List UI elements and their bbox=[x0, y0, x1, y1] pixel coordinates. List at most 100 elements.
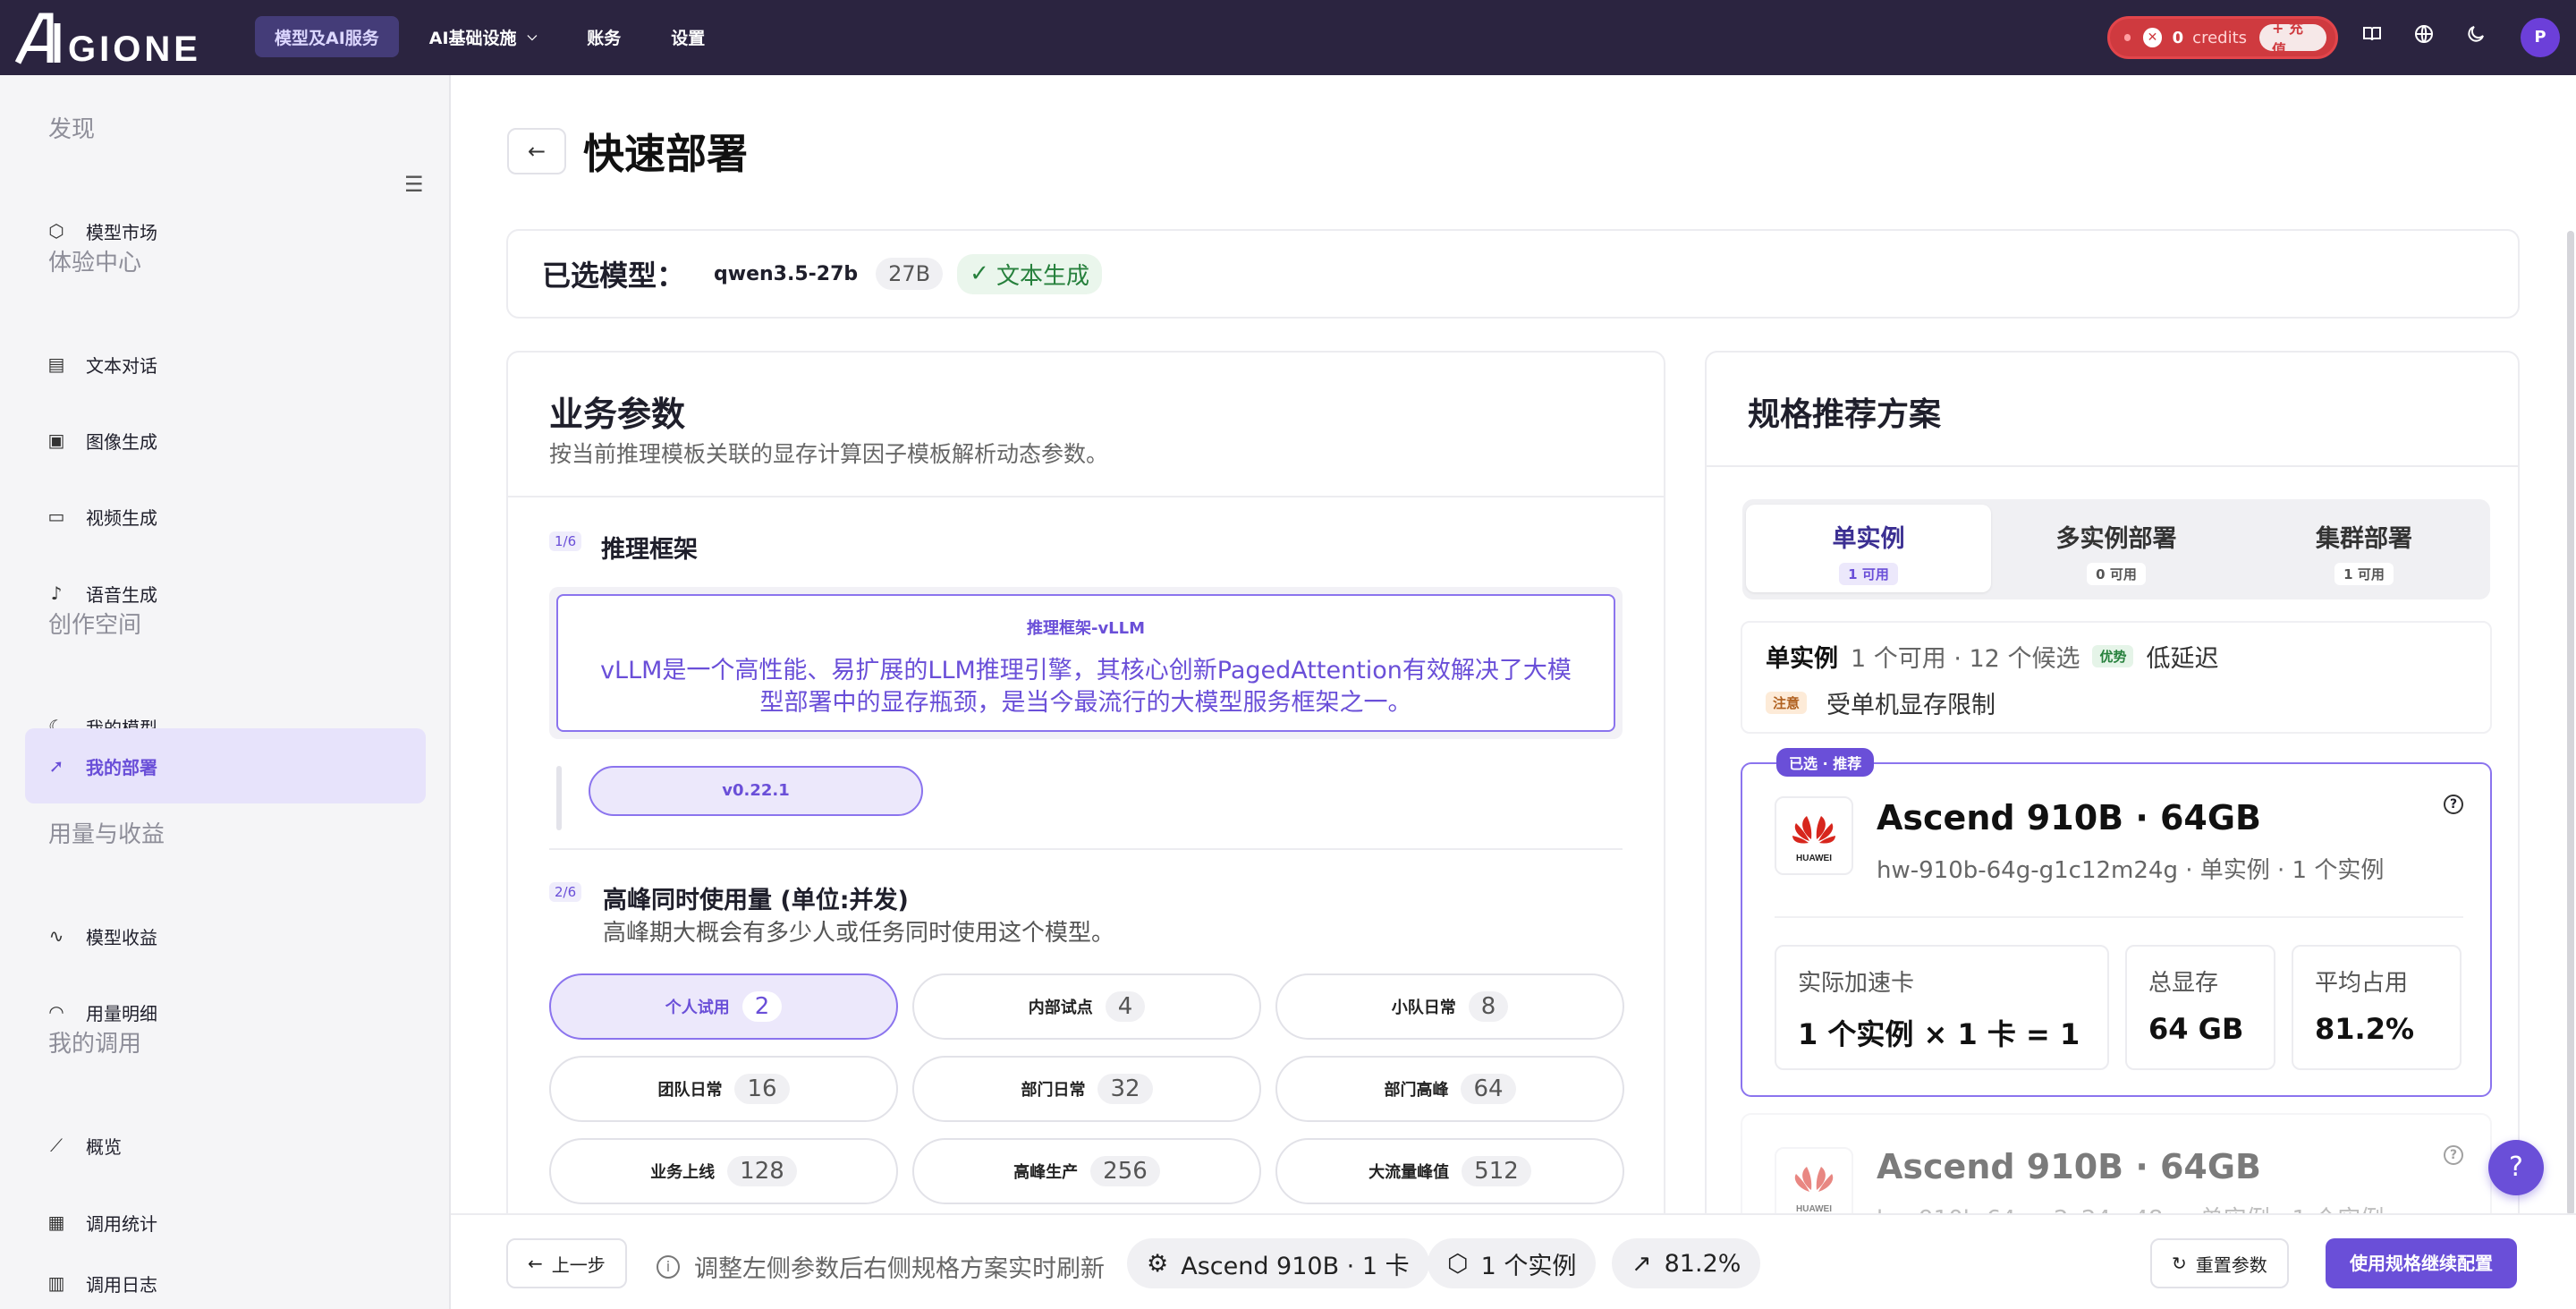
trend-up-icon: ↗ bbox=[1631, 1249, 1652, 1278]
mode-info: 单实例 1 个可用 · 12 个候选 优势 低延迟 注意 受单机显存限制 bbox=[1741, 621, 2492, 734]
avatar[interactable]: P bbox=[2521, 18, 2560, 57]
concurrency-option[interactable]: 高峰生产 256 bbox=[912, 1138, 1261, 1204]
info-icon: i bbox=[657, 1254, 680, 1279]
concurrency-option[interactable]: 业务上线 128 bbox=[549, 1138, 898, 1204]
chip-icon: ⚙ bbox=[1147, 1249, 1169, 1278]
nav-ai-infrastructure[interactable]: AI基础设施 ⌵ bbox=[410, 16, 556, 57]
footer-bar: ← 上一步 i 调整左侧参数后右侧规格方案实时刷新 ⚙ Ascend 910B · 1… bbox=[451, 1213, 2576, 1309]
top-header: GIONE 模型及AI服务 AI基础设施 ⌵ 账务 设置 ✕ 0 credits … bbox=[0, 0, 2576, 75]
cube-icon: ⬡ bbox=[48, 220, 64, 242]
mic-icon: ♪ bbox=[50, 582, 63, 604]
gauge-icon: ◠ bbox=[48, 1001, 64, 1023]
recommended-badge: 已选 · 推荐 bbox=[1776, 748, 1875, 777]
svg-text:GIONE: GIONE bbox=[68, 30, 201, 68]
version-indent-bar bbox=[556, 766, 562, 830]
arrow-left-icon: ← bbox=[527, 139, 547, 164]
help-circle-icon[interactable]: ? bbox=[2444, 1145, 2463, 1165]
nav-billing[interactable]: 账务 bbox=[567, 16, 640, 57]
nav-models-ai-services[interactable]: 模型及AI服务 bbox=[255, 16, 399, 57]
logo[interactable]: GIONE bbox=[14, 7, 222, 68]
sidebar-item-overview[interactable]: ⟋ 概览 bbox=[25, 1108, 426, 1183]
sidebar-item-image-gen[interactable]: ▣ 图像生成 bbox=[25, 403, 426, 478]
reset-params-button[interactable]: ↻ 重置参数 bbox=[2150, 1238, 2289, 1288]
section-title: 业务参数 bbox=[549, 395, 686, 434]
help-circle-icon[interactable]: ? bbox=[2444, 795, 2463, 814]
chat-icon: ▤ bbox=[47, 353, 65, 375]
sidebar-section-title: 发现 bbox=[48, 116, 96, 143]
sidebar-item-my-deployments[interactable]: ➚ 我的部署 bbox=[25, 728, 426, 803]
concurrency-option[interactable]: 大流量峰值 512 bbox=[1275, 1138, 1624, 1204]
prev-step-button[interactable]: ← 上一步 bbox=[506, 1238, 627, 1288]
image-icon: ▣ bbox=[47, 429, 65, 451]
main-nav: 模型及AI服务 AI基础设施 ⌵ 账务 设置 bbox=[255, 16, 724, 57]
framework-card-vllm[interactable]: 推理框架-vLLM vLLM是一个高性能、易扩展的LLM推理引擎，其核心创新Pa… bbox=[556, 594, 1615, 732]
framework-option[interactable]: 推理框架-vLLM vLLM是一个高性能、易扩展的LLM推理引擎，其核心创新Pa… bbox=[549, 587, 1623, 739]
summary-instance-pill: ⬡ 1 个实例 bbox=[1428, 1238, 1597, 1288]
version-chip[interactable]: v0.22.1 bbox=[589, 766, 923, 816]
section-title: 规格推荐方案 bbox=[1748, 396, 1942, 433]
credits-value: 0 bbox=[2172, 28, 2184, 47]
divider bbox=[1707, 465, 2518, 467]
business-params-card: 业务参数 按当前推理模板关联的显存计算因子模板解析动态参数。 1/6 推理框架 … bbox=[506, 351, 1665, 1245]
video-icon: ▭ bbox=[47, 506, 65, 527]
summary-chip-pill: ⚙ Ascend 910B · 1 卡 bbox=[1127, 1238, 1429, 1288]
recharge-button[interactable]: + 充值 bbox=[2259, 20, 2326, 58]
step-title: 高峰同时使用量 (单位:并发) bbox=[603, 887, 909, 914]
spec-name: Ascend 910B · 64GB bbox=[1877, 798, 2262, 837]
book-icon[interactable] bbox=[2358, 23, 2386, 52]
chart-icon: ⟋ bbox=[50, 1135, 63, 1156]
stat-accelerator: 实际加速卡 1 个实例 × 1 卡 = 1 bbox=[1775, 945, 2109, 1070]
model-size-badge: 27B bbox=[876, 258, 944, 290]
advantage-badge: 优势 bbox=[2092, 645, 2134, 667]
credits-widget[interactable]: ✕ 0 credits + 充值 bbox=[2107, 16, 2338, 59]
spec-desc: hw-910b-64g-g1c12m24g · 单实例 · 1 个实例 bbox=[1877, 857, 2385, 884]
moon-icon[interactable] bbox=[2462, 23, 2490, 52]
concurrency-option[interactable]: 个人试用 2 bbox=[549, 973, 898, 1040]
model-name: qwen3.5-27b bbox=[714, 262, 859, 285]
advantage-text: 低延迟 bbox=[2146, 645, 2219, 673]
step-index: 2/6 bbox=[549, 882, 582, 902]
sidebar: ☰ 发现 ⬡ 模型市场 体验中心 ▤ 文本对话 ▣ 图像生成 ▭ 视频生成 ♪ 语音生成 … bbox=[0, 75, 451, 1309]
table-icon: ▦ bbox=[47, 1211, 65, 1233]
framework-desc: vLLM是一个高性能、易扩展的LLM推理引擎，其核心创新PagedAttenti… bbox=[600, 657, 1572, 717]
concurrency-option[interactable]: 内部试点 4 bbox=[912, 973, 1261, 1040]
huawei-logo: HUAWEI bbox=[1775, 796, 1853, 875]
concurrency-option[interactable]: 部门高峰 64 bbox=[1275, 1056, 1624, 1122]
mode-summary: 1 个可用 · 12 个候选 bbox=[1851, 645, 2080, 673]
nav-settings[interactable]: 设置 bbox=[651, 16, 724, 57]
credits-label: credits bbox=[2192, 28, 2248, 47]
divider bbox=[508, 496, 1664, 497]
stat-avg-usage: 平均占用 81.2% bbox=[2292, 945, 2462, 1070]
back-button[interactable]: ← bbox=[507, 128, 566, 174]
footer-hint: i 调整左侧参数后右侧规格方案实时刷新 bbox=[657, 1249, 1105, 1284]
sidebar-item-call-stats[interactable]: ▦ 调用统计 bbox=[25, 1185, 426, 1260]
continue-config-button[interactable]: 使用规格继续配置 bbox=[2326, 1238, 2517, 1288]
sidebar-section-title: 我的调用 bbox=[48, 1031, 142, 1058]
tab-cluster[interactable]: 集群部署 1 可用 bbox=[2241, 505, 2487, 592]
spec-recommend-card: 规格推荐方案 单实例 1 可用 多实例部署 0 可用 集群部署 1 可用 单实例 1 个… bbox=[1705, 351, 2520, 1245]
refresh-icon: ↻ bbox=[2172, 1253, 2187, 1274]
concurrency-option[interactable]: 小队日常 8 bbox=[1275, 973, 1624, 1040]
sidebar-item-video-gen[interactable]: ▭ 视频生成 bbox=[25, 479, 426, 554]
globe-icon[interactable] bbox=[2410, 23, 2438, 52]
svg-text:HUAWEI: HUAWEI bbox=[1796, 854, 1832, 863]
recommended-spec-card[interactable]: 已选 · 推荐 HUAWEI Ascend 910B · 64GB hw-910… bbox=[1741, 748, 2492, 1097]
help-circle-icon: ? bbox=[2509, 1152, 2523, 1183]
sidebar-item-text-chat[interactable]: ▤ 文本对话 bbox=[25, 327, 426, 402]
log-icon: ▥ bbox=[47, 1272, 65, 1294]
selected-model-card: 已选模型： qwen3.5-27b 27B ✓ 文本生成 bbox=[506, 229, 2520, 319]
model-type-badge: ✓ 文本生成 bbox=[957, 253, 1102, 294]
cube-icon: ⬡ bbox=[1447, 1249, 1469, 1278]
tab-multi-instance[interactable]: 多实例部署 0 可用 bbox=[1994, 505, 2239, 592]
sidebar-section-title: 体验中心 bbox=[48, 250, 142, 276]
sidebar-item-model-revenue[interactable]: ∿ 模型收益 bbox=[25, 898, 426, 973]
concurrency-option[interactable]: 部门日常 32 bbox=[912, 1056, 1261, 1122]
tab-single-instance[interactable]: 单实例 1 可用 bbox=[1746, 505, 1991, 592]
concurrency-option[interactable]: 团队日常 16 bbox=[549, 1056, 898, 1122]
help-float-button[interactable]: ? bbox=[2488, 1140, 2544, 1195]
section-subtitle: 按当前推理模板关联的显存计算因子模板解析动态参数。 bbox=[549, 441, 1109, 467]
step-title: 推理框架 bbox=[601, 536, 698, 564]
sidebar-item-call-logs[interactable]: ▥ 调用日志 bbox=[25, 1261, 426, 1305]
sidebar-section-title: 用量与收益 bbox=[48, 821, 165, 848]
scrollbar[interactable] bbox=[2567, 231, 2574, 1215]
